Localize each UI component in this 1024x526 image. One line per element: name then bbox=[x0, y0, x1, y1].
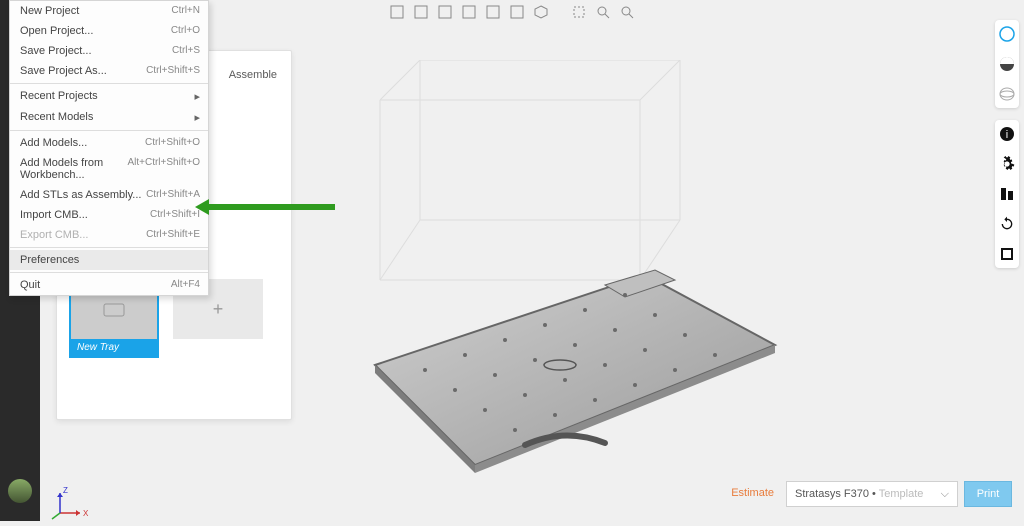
menu-import-cmb[interactable]: Import CMB...Ctrl+Shift+I bbox=[10, 205, 208, 225]
right-toolbar: i bbox=[993, 20, 1021, 268]
view-fit-icon[interactable] bbox=[571, 4, 587, 20]
view-back-icon[interactable] bbox=[413, 4, 429, 20]
display-mode-group bbox=[995, 20, 1019, 108]
menu-new-project[interactable]: New ProjectCtrl+N bbox=[10, 1, 208, 21]
assemble-button[interactable]: Assemble bbox=[229, 69, 277, 81]
view-left-icon[interactable] bbox=[437, 4, 453, 20]
menu-separator bbox=[10, 130, 208, 131]
wire-icon[interactable] bbox=[997, 84, 1017, 104]
menu-save-project-as[interactable]: Save Project As...Ctrl+Shift+S bbox=[10, 61, 208, 81]
sphere-icon[interactable] bbox=[997, 24, 1017, 44]
menu-quit[interactable]: QuitAlt+F4 bbox=[10, 275, 208, 295]
toolbar-separator bbox=[557, 4, 563, 20]
view-iso-icon[interactable] bbox=[533, 4, 549, 20]
menu-separator bbox=[10, 247, 208, 248]
menu-separator bbox=[10, 83, 208, 84]
gear-icon[interactable] bbox=[997, 154, 1017, 174]
menu-add-models-workbench[interactable]: Add Models from Workbench...Alt+Ctrl+Shi… bbox=[10, 153, 208, 185]
tools-group: i bbox=[995, 120, 1019, 268]
zoom-icon[interactable] bbox=[595, 4, 611, 20]
svg-text:X: X bbox=[83, 509, 89, 518]
svg-text:Z: Z bbox=[63, 486, 68, 495]
annotation-arrow bbox=[195, 199, 335, 215]
refresh-icon[interactable] bbox=[997, 214, 1017, 234]
zoom-selection-icon[interactable] bbox=[619, 4, 635, 20]
print-button[interactable]: Print bbox=[964, 481, 1012, 507]
layers-icon[interactable] bbox=[997, 184, 1017, 204]
axis-indicator: X Z bbox=[50, 483, 80, 513]
top-toolbar bbox=[389, 4, 635, 20]
svg-text:i: i bbox=[1006, 129, 1008, 141]
menu-open-project[interactable]: Open Project...Ctrl+O bbox=[10, 21, 208, 41]
shaded-icon[interactable] bbox=[997, 54, 1017, 74]
menu-recent-projects[interactable]: Recent Projects▸ bbox=[10, 86, 208, 107]
build-plate[interactable] bbox=[345, 65, 805, 465]
info-icon[interactable]: i bbox=[997, 124, 1017, 144]
avatar[interactable] bbox=[8, 479, 32, 503]
tray-caption: New Tray bbox=[71, 339, 157, 356]
chevron-down-icon: ⌵ bbox=[941, 488, 949, 501]
crop-icon[interactable] bbox=[997, 244, 1017, 264]
file-menu: New ProjectCtrl+N Open Project...Ctrl+O … bbox=[9, 0, 209, 296]
menu-add-stls-assembly[interactable]: Add STLs as Assembly...Ctrl+Shift+A bbox=[10, 185, 208, 205]
menu-separator bbox=[10, 272, 208, 273]
plus-icon: + bbox=[213, 299, 224, 320]
menu-preferences[interactable]: Preferences bbox=[10, 250, 208, 270]
view-right-icon[interactable] bbox=[461, 4, 477, 20]
menu-export-cmb: Export CMB...Ctrl+Shift+E bbox=[10, 225, 208, 245]
view-top-icon[interactable] bbox=[485, 4, 501, 20]
printer-name: Stratasys F370 bbox=[795, 488, 869, 500]
view-front-icon[interactable] bbox=[389, 4, 405, 20]
printer-template: Template bbox=[879, 488, 924, 500]
menu-save-project[interactable]: Save Project...Ctrl+S bbox=[10, 41, 208, 61]
menu-recent-models[interactable]: Recent Models▸ bbox=[10, 107, 208, 128]
printer-select[interactable]: Stratasys F370 • Template ⌵ bbox=[786, 481, 958, 507]
menu-add-models[interactable]: Add Models...Ctrl+Shift+O bbox=[10, 133, 208, 153]
estimate-link[interactable]: Estimate bbox=[731, 487, 774, 499]
view-bottom-icon[interactable] bbox=[509, 4, 525, 20]
chevron-right-icon: ▸ bbox=[194, 90, 200, 103]
chevron-right-icon: ▸ bbox=[194, 111, 200, 124]
